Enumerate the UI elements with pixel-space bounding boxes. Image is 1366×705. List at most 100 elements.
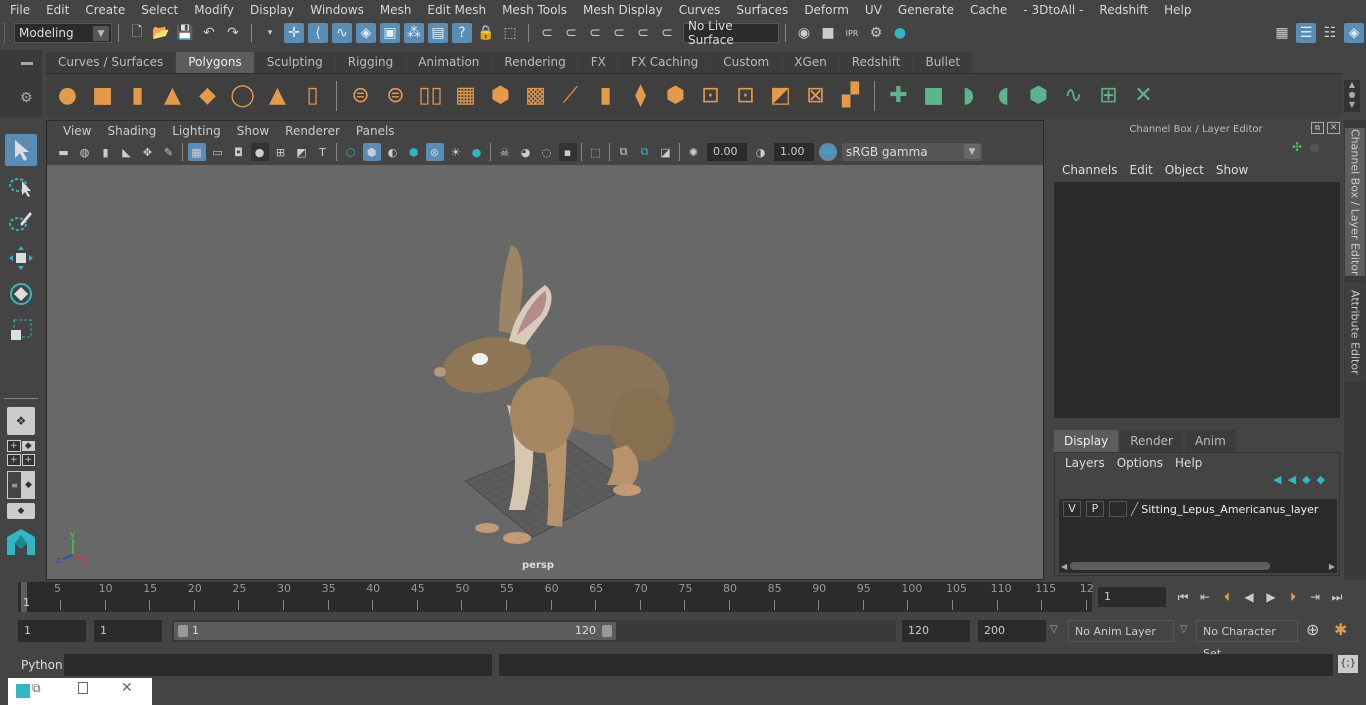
go-to-start-icon[interactable]: ⏮: [1174, 588, 1192, 606]
center-pivot-icon[interactable]: ✚: [884, 81, 914, 111]
layer-menu-layers[interactable]: Layers: [1059, 456, 1111, 470]
poly-cylinder-icon[interactable]: ▮: [123, 81, 153, 111]
isolate-select-icon[interactable]: ⬚: [587, 143, 605, 161]
live-surface-field[interactable]: No Live Surface: [683, 19, 779, 47]
fill-hole-icon[interactable]: ⬢: [661, 81, 691, 111]
quadrangulate-icon[interactable]: ▞: [836, 81, 866, 111]
layer-menu-help[interactable]: Help: [1169, 456, 1208, 470]
poly-plane-icon[interactable]: ◆: [193, 81, 223, 111]
shadows-icon[interactable]: ●: [468, 143, 486, 161]
menu-file[interactable]: File: [2, 3, 38, 17]
scroll-right-icon[interactable]: ▶: [1329, 562, 1335, 571]
triangulate-icon[interactable]: ⊠: [801, 81, 831, 111]
prev-key-icon[interactable]: ⏴: [1218, 588, 1236, 606]
command-language-label[interactable]: Python: [21, 658, 63, 672]
select-tool[interactable]: [5, 134, 37, 166]
render-view-icon[interactable]: ◉: [794, 23, 814, 43]
end-time-field[interactable]: 200: [978, 620, 1046, 642]
snap-curve-icon[interactable]: ⊂: [561, 23, 581, 43]
layer-menu-options[interactable]: Options: [1111, 456, 1169, 470]
animation-preferences-icon[interactable]: ✱: [1334, 620, 1347, 639]
lock-icon[interactable]: 🔒: [476, 23, 496, 43]
xray-active-icon[interactable]: ⧉: [636, 143, 654, 161]
float-panel-icon[interactable]: ⧉: [1311, 122, 1324, 134]
scroll-left-icon[interactable]: ◀: [1061, 562, 1067, 571]
viewport-menu-view[interactable]: View: [55, 124, 99, 138]
range-slider-bar[interactable]: 1 120: [174, 622, 616, 640]
go-to-end-icon[interactable]: ⏭: [1328, 588, 1346, 606]
poly-cube-icon[interactable]: ■: [88, 81, 118, 111]
menu-generate[interactable]: Generate: [890, 3, 962, 17]
auto-key-icon[interactable]: ⊕: [1306, 620, 1319, 639]
channel-menu-show[interactable]: Show: [1210, 163, 1254, 177]
layer-hscrollbar[interactable]: ◀ ▶: [1061, 561, 1335, 571]
separate-icon[interactable]: ⊜: [381, 81, 411, 111]
textured-icon[interactable]: ⊗: [425, 143, 444, 161]
menu-windows[interactable]: Windows: [302, 3, 372, 17]
display-type-toggle[interactable]: [1109, 501, 1127, 517]
color-space-select[interactable]: sRGB gamma ▼: [842, 143, 982, 161]
select-misc-icon[interactable]: ?: [452, 23, 472, 43]
menu-mesh-tools[interactable]: Mesh Tools: [494, 3, 575, 17]
bevel-icon[interactable]: ⟋: [556, 81, 586, 111]
smooth-icon[interactable]: ▦: [451, 81, 481, 111]
shelf-menu-icon[interactable]: [21, 62, 33, 65]
poly-pyramid-icon[interactable]: ▲: [263, 81, 293, 111]
shelf-tab-fx-caching[interactable]: FX Caching: [618, 52, 711, 73]
select-by-hierarchy-icon[interactable]: ✛: [284, 23, 304, 43]
shelf-tab-fx[interactable]: FX: [578, 52, 618, 73]
uv-automatic-icon[interactable]: ⬢: [1024, 81, 1054, 111]
hud-icon[interactable]: ◪: [657, 143, 675, 161]
merge-icon[interactable]: ⊡: [696, 81, 726, 111]
playback-toggle[interactable]: P: [1086, 501, 1104, 517]
start-time-field[interactable]: 1: [18, 620, 86, 642]
chevron-down-icon[interactable]: ▽: [1050, 624, 1058, 635]
play-forward-icon[interactable]: ▶: [1262, 588, 1280, 606]
maximize-icon[interactable]: [78, 682, 88, 694]
layer-tab-display[interactable]: Display: [1054, 430, 1119, 452]
poly-cone-icon[interactable]: ▲: [158, 81, 188, 111]
insert-loop-icon[interactable]: ◩: [766, 81, 796, 111]
playback-start-field[interactable]: 1: [94, 620, 162, 642]
channel-menu-edit[interactable]: Edit: [1124, 163, 1159, 177]
layer-tab-anim[interactable]: Anim: [1184, 430, 1236, 452]
play-backward-icon[interactable]: ◀: [1240, 588, 1258, 606]
select-highlight-icon[interactable]: ⬚: [500, 23, 520, 43]
wireframe-icon[interactable]: ⬡: [342, 143, 360, 161]
3d-viewport[interactable]: * y x z persp: [47, 165, 1043, 579]
layer-row[interactable]: V P ╱ Sitting_Lepus_Americanus_layer: [1059, 499, 1337, 519]
depth-of-field-icon[interactable]: ▪: [558, 143, 577, 161]
menu-mesh-display[interactable]: Mesh Display: [575, 3, 671, 17]
outliner-persp-layout-button[interactable]: ≡ ◆: [7, 471, 35, 499]
resolution-gate-icon[interactable]: ◘: [230, 143, 248, 161]
shelf-tab-custom[interactable]: Custom: [711, 52, 782, 73]
redo-icon[interactable]: ↷: [223, 23, 243, 43]
range-slider[interactable]: 1 120: [172, 620, 896, 642]
viewport-menu-renderer[interactable]: Renderer: [277, 124, 348, 138]
layer-tab-render[interactable]: Render: [1120, 430, 1183, 452]
script-editor-icon[interactable]: {;}: [1338, 655, 1358, 673]
grease-pencil-icon[interactable]: ✎: [160, 143, 178, 161]
render-frame-icon[interactable]: ■: [818, 23, 838, 43]
shelf-tab-animation[interactable]: Animation: [406, 52, 492, 73]
select-vertex-icon[interactable]: ◈: [356, 23, 376, 43]
tool-settings-icon[interactable]: ☷: [1320, 23, 1340, 43]
chevron-down-icon[interactable]: ▽: [1180, 624, 1188, 635]
select-face-icon[interactable]: ▣: [380, 23, 400, 43]
xray-icon[interactable]: ⬢: [405, 143, 423, 161]
chevron-down-icon[interactable]: ▾: [260, 23, 280, 43]
shelf-scroll[interactable]: ▲ ● ▼: [1344, 80, 1360, 112]
gamma-icon[interactable]: ◑: [752, 143, 770, 161]
range-end-handle[interactable]: [602, 625, 612, 637]
menu-curves[interactable]: Curves: [671, 3, 729, 17]
color-management-toggle[interactable]: ON: [818, 143, 837, 161]
current-frame-field[interactable]: 1: [1098, 587, 1166, 607]
four-view-layout-button[interactable]: + ◆ + +: [7, 439, 35, 467]
tab-channel-box[interactable]: Channel Box / Layer Editor: [1345, 128, 1365, 276]
extrude-icon[interactable]: ⬢: [486, 81, 516, 111]
snap-view-icon[interactable]: ⊂: [609, 23, 629, 43]
next-key-icon[interactable]: ⏵: [1284, 588, 1302, 606]
visibility-toggle[interactable]: V: [1063, 501, 1081, 517]
grip-handle[interactable]: [4, 23, 10, 43]
ambient-occlusion-icon[interactable]: ☠: [496, 143, 514, 161]
